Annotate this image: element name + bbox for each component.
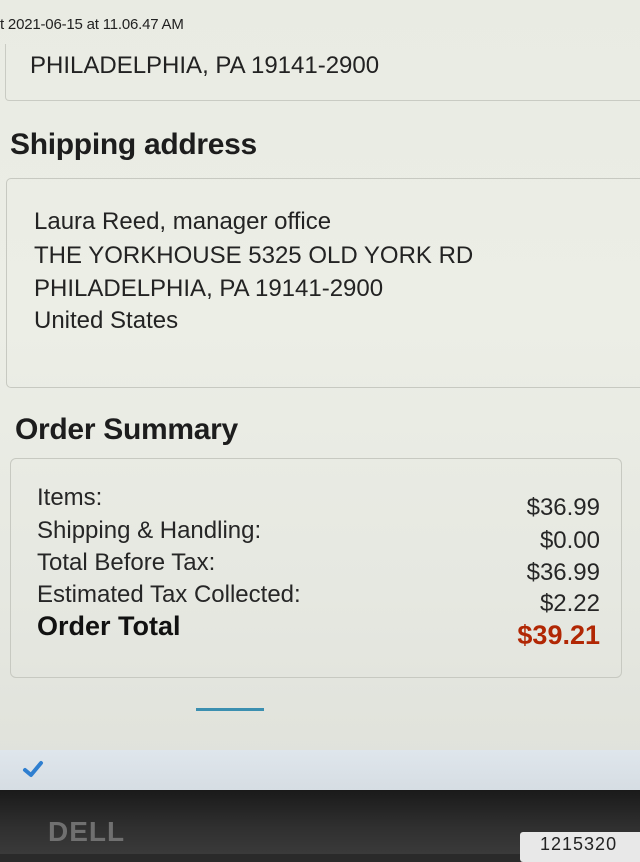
asset-sticker-number: 1215320 <box>540 834 618 854</box>
items-value: $36.99 <box>526 494 600 521</box>
dell-logo: DELL <box>48 816 126 847</box>
order-total-label: Order Total <box>37 611 181 641</box>
shipping-name-line: Laura Reed, manager office <box>34 208 332 235</box>
order-summary-heading: Order Summary <box>15 413 238 446</box>
estimated-tax-value: $2.22 <box>539 590 600 617</box>
shipping-handling-label: Shipping & Handling: <box>37 517 262 544</box>
shipping-country-line: United States <box>34 307 179 334</box>
items-label: Items: <box>37 484 103 511</box>
screenshot-caption: t 2021-06-15 at 11.06.47 AM <box>0 16 184 33</box>
billing-city-line: PHILADELPHIA, PA 19141-2900 <box>30 52 380 79</box>
shipping-handling-value: $0.00 <box>539 527 600 554</box>
shipping-address-heading: Shipping address <box>10 128 257 161</box>
check-icon[interactable] <box>22 758 44 780</box>
taskbar <box>0 750 640 790</box>
total-before-tax-value: $36.99 <box>526 559 600 586</box>
estimated-tax-label: Estimated Tax Collected: <box>37 581 301 608</box>
page-indicator <box>196 708 264 711</box>
shipping-city-line: PHILADELPHIA, PA 19141-2900 <box>34 275 384 302</box>
total-before-tax-label: Total Before Tax: <box>37 549 216 576</box>
screen: t 2021-06-15 at 11.06.47 AM PHILADELPHIA… <box>0 0 640 790</box>
shipping-street-line: THE YORKHOUSE 5325 OLD YORK RD <box>34 242 474 269</box>
order-total-value: $39.21 <box>517 620 600 650</box>
